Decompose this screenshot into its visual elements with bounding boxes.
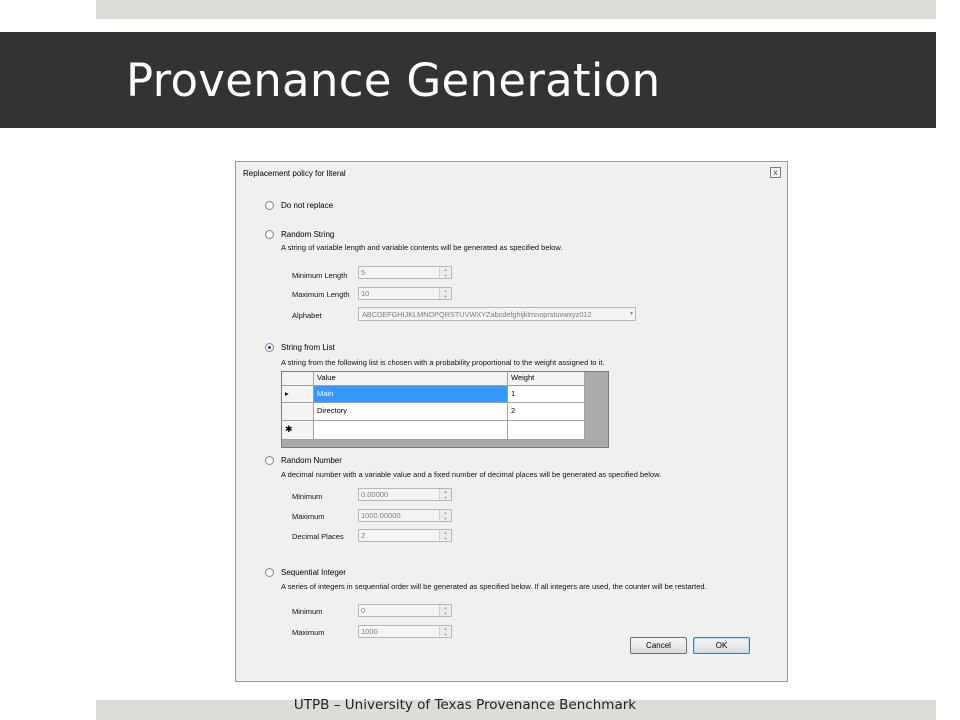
max-length-value: 10 (361, 289, 370, 298)
alphabet-combobox[interactable]: ABCDEFGHIJKLMNOPQRSTUVWXYZabcdefghijklmn… (358, 307, 636, 321)
cancel-button[interactable]: Cancel (630, 637, 687, 654)
spin-down-icon[interactable]: ▼ (440, 273, 451, 279)
decimal-places-stepper[interactable]: 2 ▲ ▼ (358, 529, 452, 542)
max-length-stepper[interactable]: 10 ▲ ▼ (358, 287, 452, 300)
row-selector-icon[interactable]: ▸ (282, 386, 314, 403)
row-header[interactable] (282, 403, 314, 421)
table-cell-weight[interactable]: 1 (508, 386, 585, 403)
random-number-description: A decimal number with a variable value a… (281, 470, 662, 479)
random-string-label: Random String (281, 230, 335, 239)
table-cell-value[interactable]: Main (314, 386, 508, 403)
number-maximum-stepper[interactable]: 1000.00000 ▲ ▼ (358, 509, 452, 522)
number-minimum-label: Minimum (292, 492, 323, 501)
integer-maximum-label: Maximum (292, 628, 325, 637)
chevron-down-icon[interactable]: ▾ (630, 310, 633, 317)
integer-minimum-label: Minimum (292, 607, 323, 616)
spin-down-icon[interactable]: ▼ (440, 516, 451, 522)
number-maximum-label: Maximum (292, 512, 325, 521)
sequential-integer-label: Sequential Integer (281, 568, 346, 577)
random-string-description: A string of variable length and variable… (281, 243, 563, 252)
dialog-title: Replacement policy for literal (243, 169, 346, 178)
sequential-integer-description: A series of integers in sequential order… (281, 582, 707, 591)
integer-maximum-value: 1000 (361, 627, 378, 636)
alphabet-value: ABCDEFGHIJKLMNOPQRSTUVWXYZabcdefghijklmn… (362, 309, 592, 319)
number-minimum-stepper[interactable]: 0.00000 ▲ ▼ (358, 488, 452, 501)
integer-minimum-stepper[interactable]: 0 ▲ ▼ (358, 604, 452, 617)
number-maximum-value: 1000.00000 (361, 511, 401, 520)
do-not-replace-label: Do not replace (281, 201, 334, 210)
close-icon[interactable]: x (770, 167, 781, 178)
ok-button[interactable]: OK (693, 637, 750, 654)
min-length-label: Minimum Length (292, 271, 348, 280)
spin-down-icon[interactable]: ▼ (440, 632, 451, 638)
top-decor-strip (96, 0, 936, 19)
integer-maximum-stepper[interactable]: 1000 ▲ ▼ (358, 625, 452, 638)
grid-column-header-value[interactable]: Value (314, 372, 508, 386)
min-length-stepper[interactable]: 5 ▲ ▼ (358, 266, 452, 279)
radio-random-string[interactable] (265, 230, 274, 239)
min-length-value: 5 (361, 268, 366, 277)
string-from-list-description: A string from the following list is chos… (281, 358, 605, 367)
decimal-places-label: Decimal Places (292, 532, 344, 541)
table-cell-value[interactable]: Directory (314, 403, 508, 421)
spin-down-icon[interactable]: ▼ (440, 495, 451, 501)
spin-down-icon[interactable]: ▼ (440, 294, 451, 300)
radio-string-from-list[interactable] (265, 343, 274, 352)
decimal-places-value: 2 (361, 531, 366, 540)
new-row-weight-cell[interactable] (508, 421, 585, 440)
spin-down-icon[interactable]: ▼ (440, 536, 451, 542)
number-minimum-value: 0.00000 (361, 490, 389, 499)
spin-down-icon[interactable]: ▼ (440, 611, 451, 617)
grid-body: Value Weight ▸ Main 1 Directory 2 ✱ (282, 372, 585, 440)
grid-corner-header (282, 372, 314, 386)
grid-column-header-weight[interactable]: Weight (508, 372, 585, 386)
radio-sequential-integer[interactable] (265, 568, 274, 577)
max-length-label: Maximum Length (292, 290, 350, 299)
radio-random-number[interactable] (265, 456, 274, 465)
string-from-list-label: String from List (281, 343, 335, 352)
slide-footer: UTPB – University of Texas Provenance Be… (293, 697, 637, 713)
radio-do-not-replace[interactable] (265, 201, 274, 210)
new-row-value-cell[interactable] (314, 421, 508, 440)
random-number-label: Random Number (281, 456, 342, 465)
slide-title: Provenance Generation (126, 54, 661, 107)
table-cell-weight[interactable]: 2 (508, 403, 585, 421)
string-list-grid[interactable]: Value Weight ▸ Main 1 Directory 2 ✱ (281, 371, 609, 448)
alphabet-label: Alphabet (292, 311, 322, 320)
new-row-icon[interactable]: ✱ (282, 421, 314, 440)
integer-minimum-value: 0 (361, 606, 366, 615)
